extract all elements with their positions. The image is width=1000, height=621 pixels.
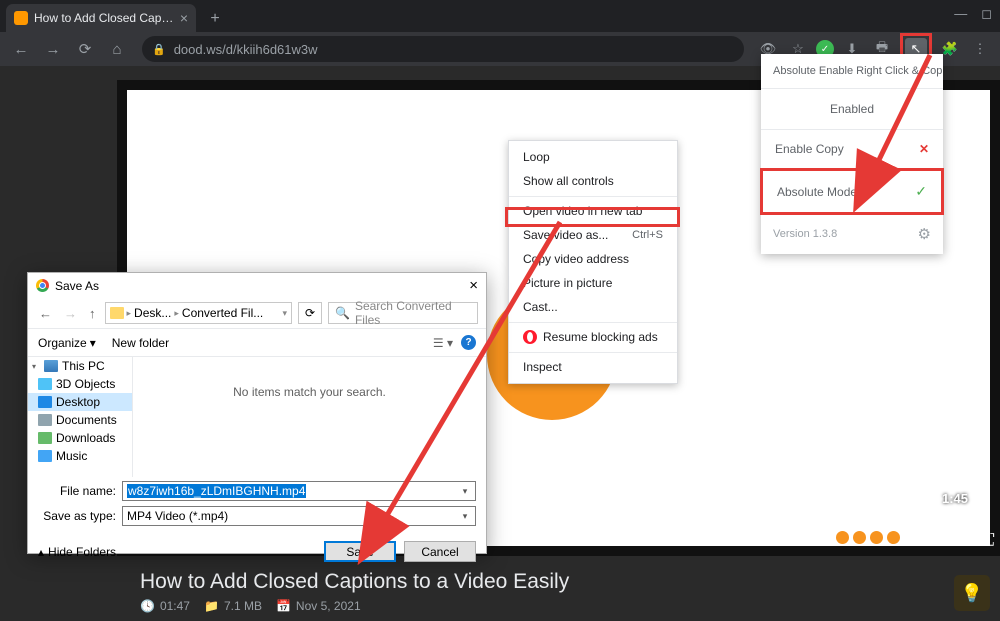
cm-cast[interactable]: Cast... <box>509 295 677 319</box>
cm-resume-block[interactable]: Resume blocking ads <box>509 322 677 349</box>
cm-save-video[interactable]: Save video as...Ctrl+S <box>509 223 677 247</box>
savetype-label: Save as type: <box>38 509 116 523</box>
browser-tab[interactable]: How to Add Closed Captions to ... × <box>6 4 196 32</box>
new-folder-button[interactable]: New folder <box>112 336 169 350</box>
tree-3d-objects[interactable]: 3D Objects <box>28 375 132 393</box>
tab-title: How to Add Closed Captions to ... <box>34 11 174 25</box>
url-bar[interactable]: 🔒 dood.ws/d/kkiih6d61w3w <box>142 36 744 62</box>
lock-icon: 🔒 <box>152 43 166 56</box>
chrome-icon <box>36 279 49 292</box>
url-text: dood.ws/d/kkiih6d61w3w <box>174 42 318 57</box>
lightbulb-icon[interactable]: 💡 <box>954 575 990 611</box>
extension-popup: Absolute Enable Right Click & Cop Enable… <box>761 54 943 254</box>
folder-icon <box>110 307 124 319</box>
cm-pip[interactable]: Picture in picture <box>509 271 677 295</box>
window-restore-icon[interactable]: ◻ <box>981 6 992 22</box>
context-menu: Loop Show all controls Open video in new… <box>508 140 678 384</box>
dialog-title: Save As <box>55 279 99 293</box>
help-icon[interactable]: ? <box>461 335 476 350</box>
close-icon[interactable]: ✕ <box>919 142 929 156</box>
cm-inspect[interactable]: Inspect <box>509 352 677 379</box>
tab-favicon <box>14 11 28 25</box>
tree-documents[interactable]: Documents <box>28 411 132 429</box>
close-tab-icon[interactable]: × <box>180 10 188 26</box>
tree-this-pc[interactable]: ▾This PC <box>28 357 132 375</box>
hide-folders-button[interactable]: ▴Hide Folders <box>38 545 116 559</box>
extension-version: Version 1.3.8 <box>773 228 837 240</box>
cancel-button[interactable]: Cancel <box>404 541 476 562</box>
check-icon: ✓ <box>915 183 927 200</box>
nav-up-icon[interactable]: ↑ <box>86 304 99 323</box>
breadcrumb[interactable]: ▸ Desk... ▸ Converted Fil... ▾ <box>105 302 293 324</box>
folder-tree[interactable]: ▾This PC 3D Objects Desktop Documents Do… <box>28 357 133 477</box>
tree-downloads[interactable]: Downloads <box>28 429 132 447</box>
filename-input[interactable]: w8z7iwh16b_zLDmIBGHNH.mp4▾ <box>122 481 476 501</box>
save-button[interactable]: Save <box>324 541 396 562</box>
opera-icon <box>523 330 537 344</box>
menu-icon[interactable]: ⋮ <box>968 37 992 61</box>
video-size: 📁 7.1 MB <box>204 599 262 613</box>
cm-loop[interactable]: Loop <box>509 145 677 169</box>
video-title: How to Add Closed Captions to a Video Ea… <box>140 570 980 594</box>
save-as-dialog: Save As × ← → ↑ ▸ Desk... ▸ Converted Fi… <box>27 272 487 554</box>
fullscreen-icon[interactable]: ⛶ <box>983 532 994 550</box>
cm-copy-address[interactable]: Copy video address <box>509 247 677 271</box>
enable-copy-row[interactable]: Enable Copy ✕ <box>761 130 943 169</box>
refresh-icon[interactable]: ⟳ <box>298 302 322 324</box>
cm-show-controls[interactable]: Show all controls <box>509 169 677 193</box>
filename-label: File name: <box>38 484 116 498</box>
gear-icon[interactable]: ⚙ <box>918 225 931 243</box>
video-duration: 🕓 01:47 <box>140 599 190 613</box>
search-input[interactable]: 🔍 Search Converted Files <box>328 302 478 324</box>
savetype-select[interactable]: MP4 Video (*.mp4)▾ <box>122 506 476 526</box>
reload-button[interactable]: ⟳ <box>72 36 98 62</box>
nav-forward-icon[interactable]: → <box>61 304 80 323</box>
home-button[interactable]: ⌂ <box>104 36 130 62</box>
nav-back-icon[interactable]: ← <box>36 304 55 323</box>
tree-music[interactable]: Music <box>28 447 132 465</box>
view-icon[interactable]: ☰ ▾ <box>433 336 453 350</box>
dialog-close-icon[interactable]: × <box>469 277 478 294</box>
video-date: 📅 Nov 5, 2021 <box>276 599 361 613</box>
organize-button[interactable]: Organize ▾ <box>38 336 96 350</box>
back-button[interactable]: ← <box>8 36 34 62</box>
file-list-empty: No items match your search. <box>133 357 486 477</box>
new-tab-button[interactable]: + <box>202 6 228 32</box>
extension-name: Absolute Enable Right Click & Cop <box>761 54 943 89</box>
progress-dots <box>836 531 900 544</box>
cm-open-new-tab[interactable]: Open video in new tab <box>509 196 677 223</box>
tree-desktop[interactable]: Desktop <box>28 393 132 411</box>
window-minimize-icon[interactable]: — <box>954 6 967 22</box>
forward-button[interactable]: → <box>40 36 66 62</box>
extension-status: Enabled <box>761 89 943 130</box>
absolute-mode-row[interactable]: Absolute Mode ✓ <box>760 168 944 215</box>
video-time-overlay: 1:45 <box>942 491 968 506</box>
